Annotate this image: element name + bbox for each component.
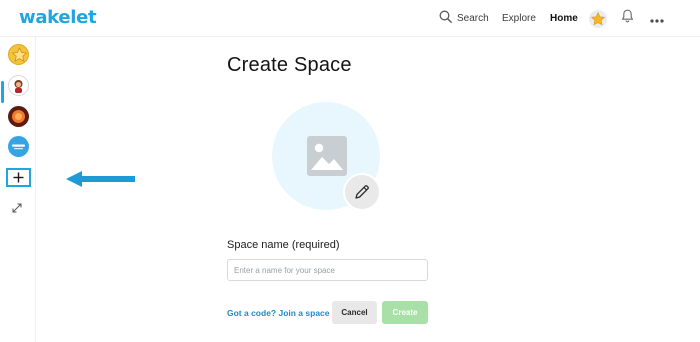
search-icon <box>439 10 452 28</box>
space-name-label: Space name (required) <box>227 239 340 251</box>
create-button[interactable]: Create <box>382 301 428 324</box>
profile-button[interactable] <box>589 0 607 37</box>
add-space-button[interactable] <box>6 168 31 187</box>
notifications-button[interactable] <box>621 0 634 37</box>
page-title: Create Space <box>227 54 352 76</box>
image-placeholder-icon <box>307 136 347 181</box>
bell-icon <box>621 9 634 28</box>
character-icon <box>14 80 23 93</box>
expand-sidebar-button[interactable] <box>11 201 23 219</box>
active-space-indicator <box>1 81 4 103</box>
space-avatar-character[interactable] <box>8 75 29 96</box>
annotation-arrow-icon <box>66 171 136 192</box>
space-name-input[interactable] <box>227 259 428 281</box>
top-bar: wakelet Search Explore Home <box>0 0 700 37</box>
space-avatar-blue[interactable] <box>8 136 29 157</box>
join-space-link[interactable]: Got a code? Join a space <box>227 308 330 318</box>
wakelet-logo[interactable]: wakelet <box>19 7 97 28</box>
text-logo-icon <box>12 144 25 150</box>
expand-icon <box>12 203 22 213</box>
space-avatar-orange[interactable] <box>8 106 29 127</box>
more-dots-icon <box>650 10 664 28</box>
explore-link[interactable]: Explore <box>502 0 536 37</box>
more-button[interactable] <box>650 0 664 37</box>
home-link[interactable]: Home <box>550 0 578 37</box>
space-avatar-star[interactable] <box>8 44 29 65</box>
search-nav[interactable]: Search <box>439 0 489 37</box>
star-icon <box>589 9 607 28</box>
pencil-icon <box>355 185 369 199</box>
plus-icon <box>13 172 24 183</box>
star-icon <box>11 47 28 62</box>
orange-badge-icon <box>12 110 25 123</box>
edit-cover-button[interactable] <box>343 173 381 211</box>
search-label: Search <box>457 13 489 24</box>
cancel-button[interactable]: Cancel <box>332 301 377 324</box>
